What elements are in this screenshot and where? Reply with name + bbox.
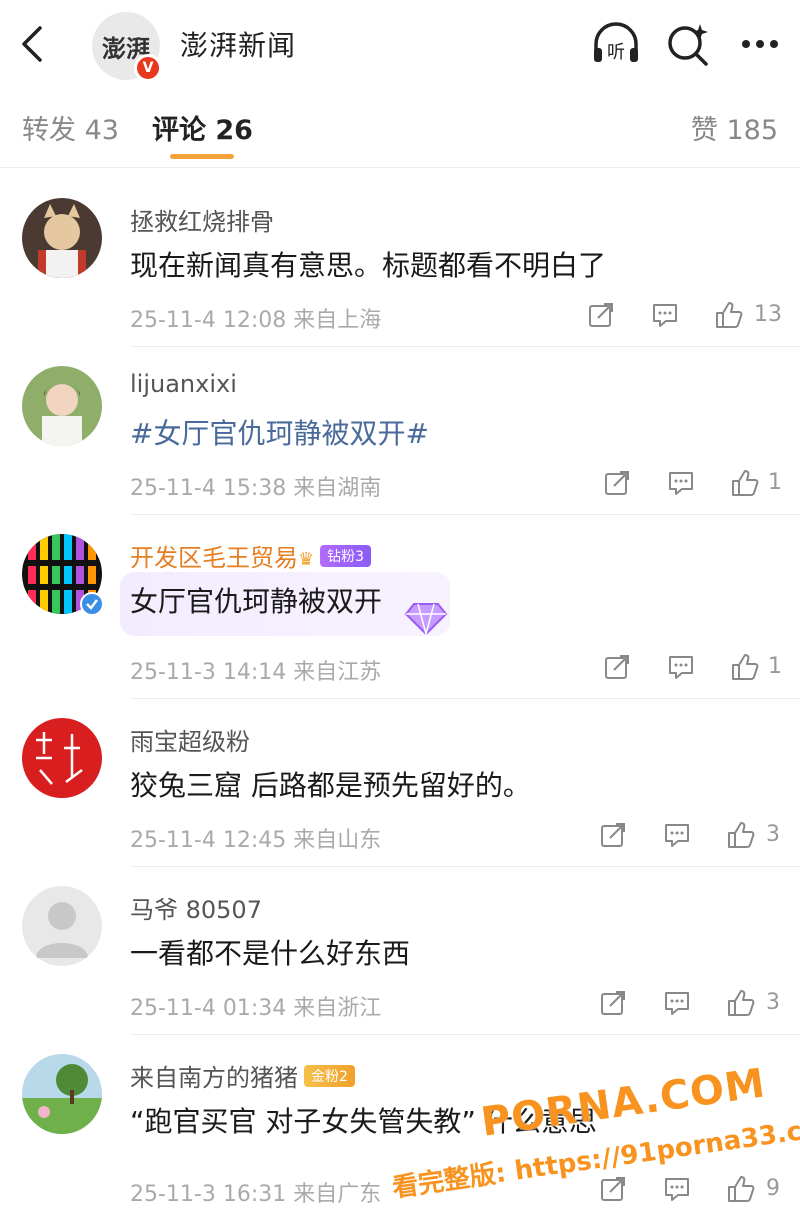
like-icon[interactable]	[714, 300, 744, 330]
like-icon[interactable]	[730, 652, 760, 682]
tab-like[interactable]: 赞 185	[691, 108, 778, 147]
reply-icon[interactable]	[662, 820, 692, 850]
comment-text-topic[interactable]: #女厅官仇珂静被双开#	[130, 412, 429, 452]
crown-icon: ♛	[298, 548, 315, 570]
user-avatar[interactable]	[22, 198, 102, 278]
diamond-gem-icon	[404, 603, 448, 636]
tab-comment[interactable]: 评论 26	[152, 108, 253, 147]
tab-repost[interactable]: 转发 43	[22, 108, 119, 147]
fan-badge: 钻粉3	[320, 545, 372, 567]
user-name[interactable]: 马爷 80507	[130, 890, 262, 925]
like-icon[interactable]	[726, 988, 756, 1018]
user-name[interactable]: 拯救红烧排骨	[130, 202, 274, 237]
share-icon[interactable]	[598, 1174, 628, 1204]
more-options-icon[interactable]	[734, 18, 786, 70]
search-sparkle-icon[interactable]	[662, 18, 714, 70]
comment-divider	[130, 514, 800, 515]
reply-icon[interactable]	[666, 652, 696, 682]
comment-divider	[130, 346, 800, 347]
share-icon[interactable]	[602, 468, 632, 498]
top-bar: 澎湃 V 澎湃新闻 听	[0, 0, 800, 88]
like-icon[interactable]	[726, 820, 756, 850]
comment-meta: 25-11-3 14:14 来自江苏	[130, 660, 382, 685]
user-name[interactable]: lijuanxixi	[130, 370, 237, 398]
reply-icon[interactable]	[650, 300, 680, 330]
comment-meta: 25-11-4 15:38 来自湖南	[130, 476, 382, 501]
like-icon[interactable]	[730, 468, 760, 498]
verified-check-icon	[80, 592, 104, 616]
like-count: 1	[768, 654, 782, 679]
page-title[interactable]: 澎湃新闻	[180, 24, 296, 64]
user-name[interactable]: 开发区毛王贸易♛ 钻粉3	[130, 538, 372, 573]
comment-divider	[130, 698, 800, 699]
like-icon[interactable]	[726, 1174, 756, 1204]
reply-icon[interactable]	[666, 468, 696, 498]
like-count: 1	[768, 470, 782, 495]
listen-label: 听	[607, 42, 625, 63]
like-count: 3	[766, 822, 780, 847]
share-icon[interactable]	[598, 988, 628, 1018]
user-name[interactable]: 雨宝超级粉	[130, 722, 250, 757]
back-arrow-icon[interactable]	[14, 22, 54, 66]
like-count: 9	[766, 1176, 780, 1201]
comment-text: 女厅官仇珂静被双开	[130, 585, 383, 618]
user-name[interactable]: 来自南方的猪猪 金粉2	[130, 1058, 355, 1093]
comment-text: 现在新闻真有意思。标题都看不明白了	[130, 249, 607, 282]
tab-bar: 转发 43 评论 26 赞 185	[0, 88, 800, 168]
comment-meta: 25-11-4 12:08 来自上海	[130, 308, 382, 333]
comment-divider	[130, 1034, 800, 1035]
comment-meta: 25-11-4 01:34 来自浙江	[130, 996, 382, 1021]
share-icon[interactable]	[598, 820, 628, 850]
headphones-listen-icon[interactable]: 听	[590, 18, 642, 70]
reply-icon[interactable]	[662, 1174, 692, 1204]
comment-text: 狡兔三窟 后路都是预先留好的。	[130, 769, 531, 802]
comment-meta: 25-11-4 12:45 来自山东	[130, 828, 382, 853]
like-count: 13	[754, 302, 782, 327]
user-avatar[interactable]	[22, 366, 102, 446]
user-avatar[interactable]	[22, 1054, 102, 1134]
like-count: 3	[766, 990, 780, 1015]
user-avatar[interactable]	[22, 886, 102, 966]
share-icon[interactable]	[602, 652, 632, 682]
user-avatar[interactable]	[22, 718, 102, 798]
comment-divider	[130, 866, 800, 867]
active-tab-indicator	[170, 154, 234, 159]
comment-text: 一看都不是什么好东西	[130, 937, 411, 970]
comment-meta: 25-11-3 16:31 来自广东	[130, 1182, 382, 1207]
verified-badge-icon: V	[134, 54, 162, 82]
comment-text: “跑官买官 对子女失管失教” 什么意思	[130, 1105, 597, 1138]
share-icon[interactable]	[586, 300, 616, 330]
reply-icon[interactable]	[662, 988, 692, 1018]
fan-badge: 金粉2	[304, 1065, 355, 1087]
